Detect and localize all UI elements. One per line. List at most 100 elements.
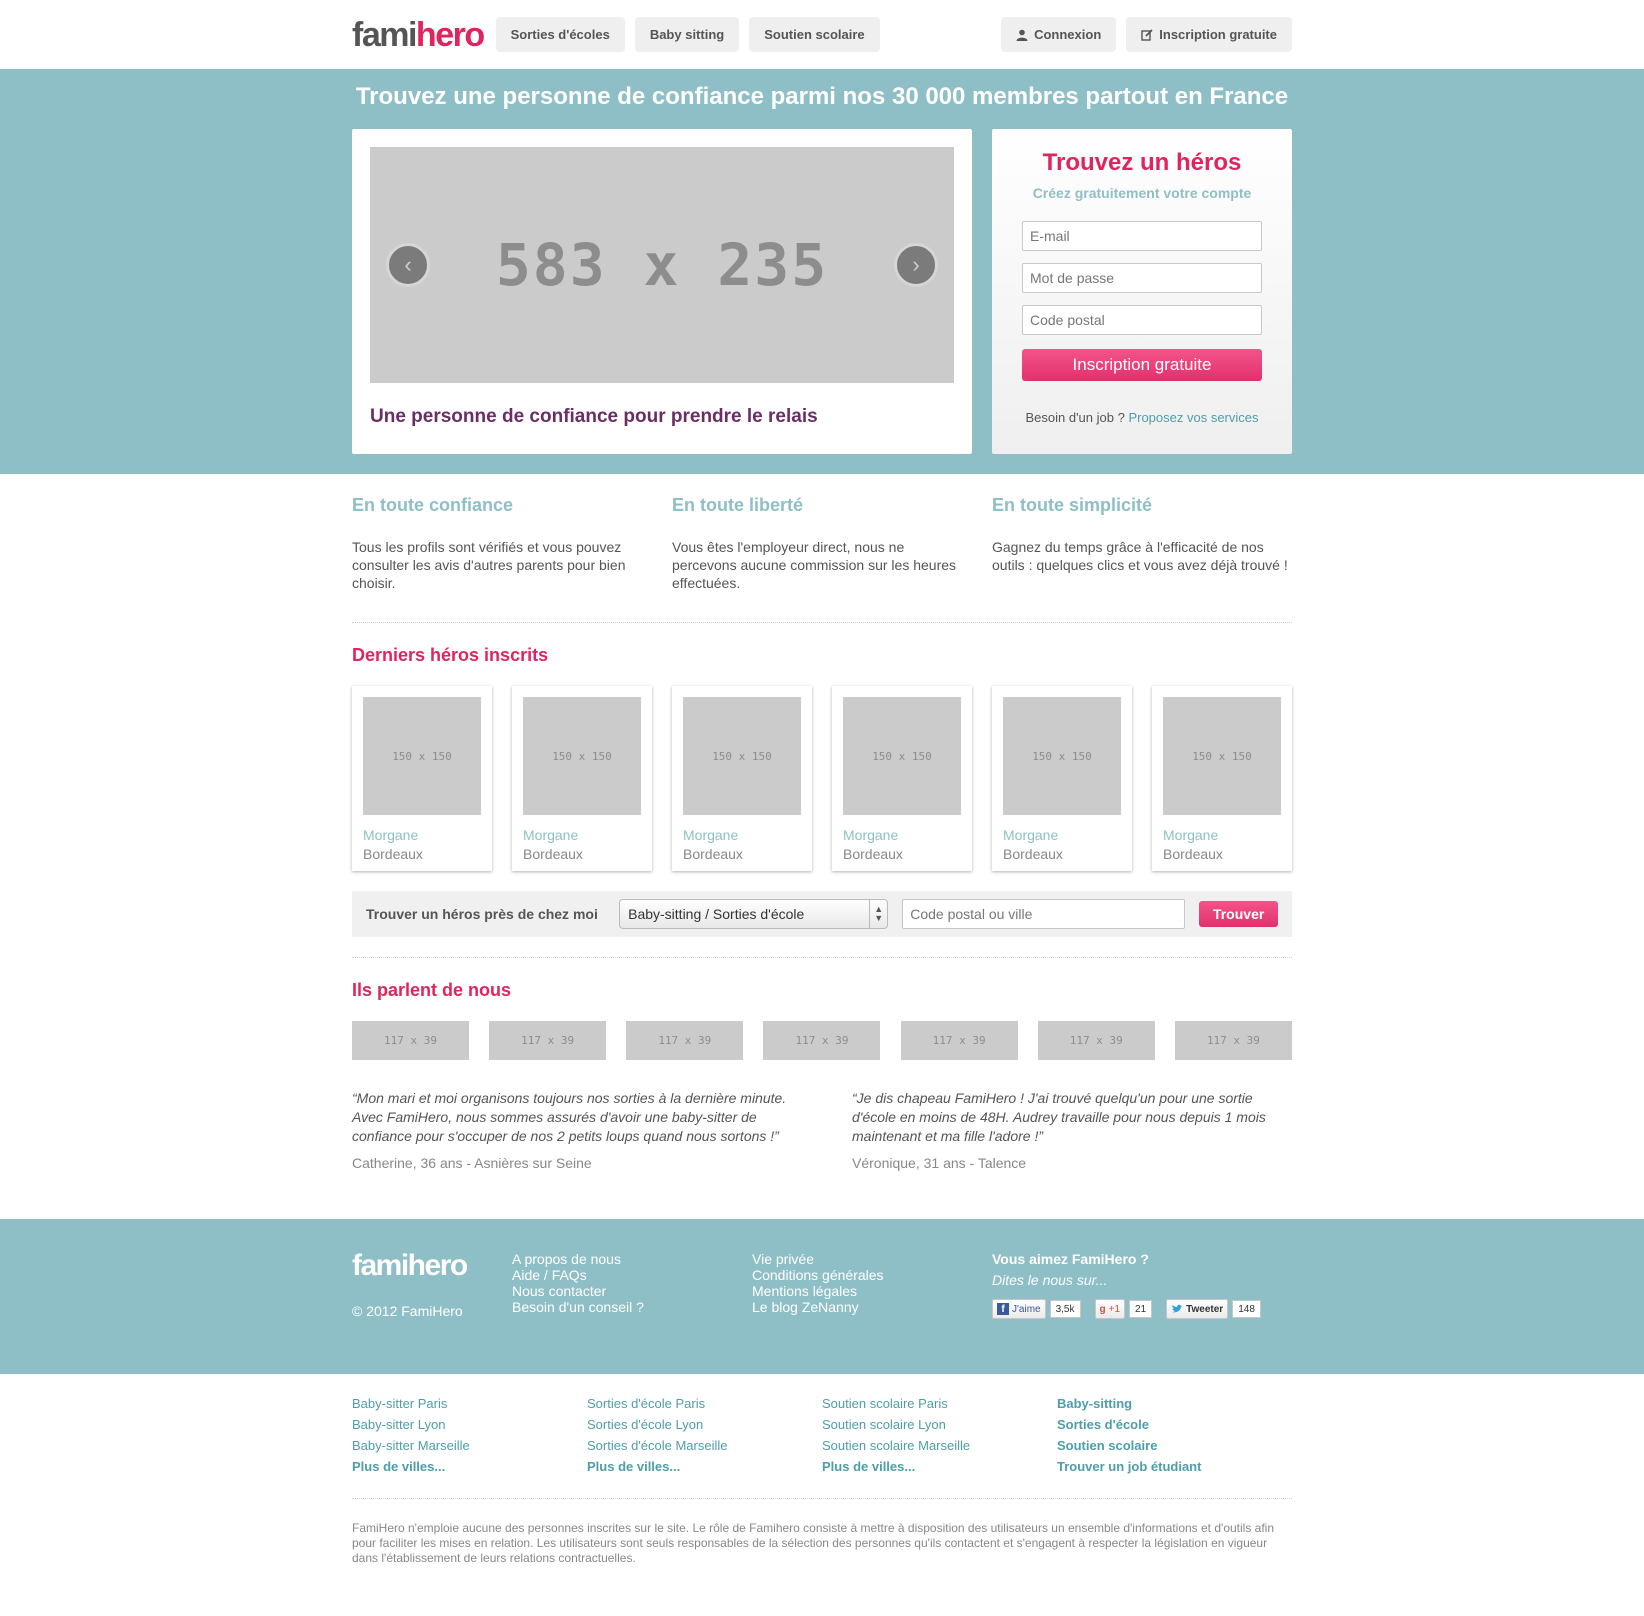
propose-services-link[interactable]: Proposez vos services <box>1128 410 1258 425</box>
footer-link-terms[interactable]: Conditions générales <box>752 1267 992 1283</box>
press-logo[interactable]: 117 x 39 <box>763 1021 881 1060</box>
signup-subtitle: Créez gratuitement votre compte <box>1032 185 1252 201</box>
location-search-input[interactable] <box>902 899 1186 929</box>
twitter-share: Tweeter 148 <box>1166 1299 1261 1319</box>
postal-code-field[interactable] <box>1022 305 1262 335</box>
register-nav-label: Inscription gratuite <box>1159 27 1277 42</box>
nav-baby-sitting[interactable]: Baby sitting <box>634 17 740 52</box>
seo-links: Baby-sitter Paris Baby-sitter Lyon Baby-… <box>352 1374 1292 1566</box>
press-logo[interactable]: 117 x 39 <box>900 1021 1018 1060</box>
hero-card[interactable]: 150 x 150 Morgane Bordeaux <box>1152 686 1292 871</box>
links-services: Baby-sitting Sorties d'école Soutien sco… <box>1057 1396 1292 1480</box>
google-icon: g <box>1099 1303 1106 1315</box>
service-type-select[interactable]: Baby-sitting / Sorties d'école ▲ ▼ <box>619 899 889 929</box>
hero-city: Bordeaux <box>843 846 903 862</box>
nav-sorties-ecoles[interactable]: Sorties d'écoles <box>495 17 625 52</box>
city-link[interactable]: Soutien scolaire Lyon <box>822 1417 1057 1432</box>
signup-form: Trouvez un héros Créez gratuitement votr… <box>992 129 1292 454</box>
hero-card[interactable]: 150 x 150 Morgane Bordeaux <box>672 686 812 871</box>
footer-logo[interactable]: famihero <box>352 1251 512 1281</box>
testimonial: “Je dis chapeau FamiHero ! J'ai trouvé q… <box>852 1089 1292 1171</box>
hero-card[interactable]: 150 x 150 Morgane Bordeaux <box>352 686 492 871</box>
feature-text: Tous les profils sont vérifiés et vous p… <box>352 539 626 591</box>
city-link[interactable]: Baby-sitter Marseille <box>352 1438 587 1453</box>
gplus-button[interactable]: g +1 <box>1094 1299 1126 1319</box>
search-label: Trouver un héros près de chez moi <box>366 906 598 922</box>
service-link[interactable]: Baby-sitting <box>1057 1396 1292 1411</box>
city-link[interactable]: Baby-sitter Paris <box>352 1396 587 1411</box>
hero-card[interactable]: 150 x 150 Morgane Bordeaux <box>832 686 972 871</box>
signup-submit-button[interactable]: Inscription gratuite <box>1022 349 1262 381</box>
hero-city: Bordeaux <box>523 846 583 862</box>
city-link[interactable]: Baby-sitter Lyon <box>352 1417 587 1432</box>
login-label: Connexion <box>1034 27 1102 42</box>
social-title: Vous aimez FamiHero ? <box>992 1251 1149 1267</box>
password-field[interactable] <box>1022 263 1262 293</box>
user-icon <box>1016 29 1028 41</box>
links-soutien: Soutien scolaire Paris Soutien scolaire … <box>822 1396 1057 1480</box>
hero-photo: 150 x 150 <box>683 697 801 815</box>
famihero-logo[interactable]: famihero <box>352 18 485 52</box>
feature-title: En toute confiance <box>352 495 514 515</box>
hero-search-bar: Trouver un héros près de chez moi Baby-s… <box>352 891 1292 937</box>
hero-name: Morgane <box>363 827 419 843</box>
service-link[interactable]: Soutien scolaire <box>1057 1438 1292 1453</box>
feature-title: En toute liberté <box>672 495 804 515</box>
feature-liberte: En toute liberté Vous êtes l'employeur d… <box>672 495 972 592</box>
city-link[interactable]: Soutien scolaire Paris <box>822 1396 1057 1411</box>
select-value: Baby-sitting / Sorties d'école <box>628 906 805 922</box>
twitter-bird-icon <box>1172 1304 1183 1313</box>
slide-caption: Une personne de confiance pour prendre l… <box>370 406 818 427</box>
facebook-like-button[interactable]: f J'aime <box>992 1299 1046 1319</box>
press-logo[interactable]: 117 x 39 <box>352 1021 469 1060</box>
footer-link-advice[interactable]: Besoin d'un conseil ? <box>512 1299 752 1315</box>
select-arrows-icon: ▲ ▼ <box>869 900 887 928</box>
login-button[interactable]: Connexion <box>1001 17 1117 52</box>
testimonial-quote: “Mon mari et moi organisons toujours nos… <box>352 1090 787 1144</box>
feature-text: Gagnez du temps grâce à l'efficacité de … <box>992 539 1288 573</box>
hero-name: Morgane <box>843 827 899 843</box>
footer-link-about[interactable]: A propos de nous <box>512 1251 752 1267</box>
find-button[interactable]: Trouver <box>1199 901 1278 927</box>
facebook-like: f J'aime 3,5k <box>992 1299 1081 1319</box>
footer-link-privacy[interactable]: Vie privée <box>752 1251 992 1267</box>
footer-brand: famihero © 2012 FamiHero <box>352 1251 512 1320</box>
service-link[interactable]: Sorties d'école <box>1057 1417 1292 1432</box>
hero-photo: 150 x 150 <box>523 697 641 815</box>
press-logo[interactable]: 117 x 39 <box>626 1021 744 1060</box>
city-link[interactable]: Soutien scolaire Marseille <box>822 1438 1057 1453</box>
city-link[interactable]: Sorties d'école Marseille <box>587 1438 822 1453</box>
hero-name: Morgane <box>1163 827 1219 843</box>
press-logo[interactable]: 117 x 39 <box>489 1021 607 1060</box>
hero-card[interactable]: 150 x 150 Morgane Bordeaux <box>512 686 652 871</box>
divider <box>352 622 1292 623</box>
footer-link-blog[interactable]: Le blog ZeNanny <box>752 1299 992 1315</box>
features: En toute confiance Tous les profils sont… <box>352 474 1292 592</box>
city-link[interactable]: Sorties d'école Lyon <box>587 1417 822 1432</box>
slider-prev-button[interactable]: ‹ <box>386 243 430 287</box>
edit-icon <box>1141 28 1153 41</box>
more-cities-link[interactable]: Plus de villes... <box>587 1459 822 1474</box>
press-logo[interactable]: 117 x 39 <box>1037 1021 1155 1060</box>
footer-link-help[interactable]: Aide / FAQs <box>512 1267 752 1283</box>
nav-soutien-scolaire[interactable]: Soutien scolaire <box>749 17 880 52</box>
email-field[interactable] <box>1022 221 1262 251</box>
social-subtitle: Dites le nous sur... <box>992 1272 1108 1288</box>
more-cities-link[interactable]: Plus de villes... <box>352 1459 587 1474</box>
press-logo[interactable]: 117 x 39 <box>1174 1021 1292 1060</box>
hero-title: Trouvez une personne de confiance parmi … <box>355 83 1289 110</box>
tweet-button[interactable]: Tweeter <box>1166 1299 1229 1319</box>
signup-title: Trouvez un héros <box>1042 149 1242 176</box>
hero-photo: 150 x 150 <box>843 697 961 815</box>
social-buttons: f J'aime 3,5k g +1 21 Tweeter 148 <box>992 1299 1275 1319</box>
footer-link-legal[interactable]: Mentions légales <box>752 1283 992 1299</box>
register-nav-button[interactable]: Inscription gratuite <box>1126 17 1292 52</box>
slider-next-button[interactable]: › <box>894 243 938 287</box>
city-link[interactable]: Sorties d'école Paris <box>587 1396 822 1411</box>
footer-link-contact[interactable]: Nous contacter <box>512 1283 752 1299</box>
links-babysitter: Baby-sitter Paris Baby-sitter Lyon Baby-… <box>352 1396 587 1480</box>
facebook-icon: f <box>997 1303 1009 1315</box>
more-cities-link[interactable]: Plus de villes... <box>822 1459 1057 1474</box>
hero-card[interactable]: 150 x 150 Morgane Bordeaux <box>992 686 1132 871</box>
student-job-link[interactable]: Trouver un job étudiant <box>1057 1459 1292 1474</box>
